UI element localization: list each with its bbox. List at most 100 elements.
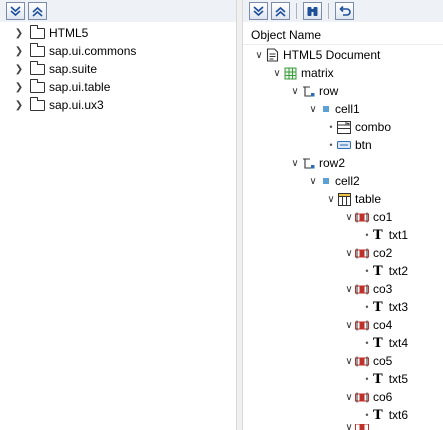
column-icon [355,354,369,368]
folder-icon [30,78,45,93]
text-icon: T [373,227,383,243]
combobox-icon [337,120,351,134]
tree-node-txt5[interactable]: • T txt5 [361,370,408,388]
cell-icon [323,106,329,112]
tree-node-txt3[interactable]: • T txt3 [361,298,408,316]
tree-node-label: co2 [373,246,393,260]
chevron-down-icon[interactable]: ∨ [343,424,355,430]
right-toolbar [243,0,443,22]
column-header-object-name[interactable]: Object Name [243,26,443,45]
chevron-right-icon[interactable]: ❯ [14,46,24,57]
tree-node-label: row2 [319,156,346,170]
chevron-down-icon[interactable]: ∨ [271,68,283,79]
expand-all-button[interactable] [249,2,268,20]
tree-item-sap-ui-ux3[interactable]: ❯ sap.ui.ux3 [14,96,104,114]
pane-splitter[interactable] [236,0,243,430]
text-icon: T [373,335,383,351]
toolbar-separator [328,3,329,19]
tree-node-cell1[interactable]: ∨ cell1 [307,100,360,118]
expand-all-icon [10,5,21,16]
chevron-down-icon[interactable]: ∨ [343,212,355,223]
tree-node-co4[interactable]: ∨ co4 [343,316,392,334]
tree-item-sap-ui-table[interactable]: ❯ sap.ui.table [14,78,110,96]
tree-node-partial[interactable]: ∨ [343,424,373,430]
tree-node-txt1[interactable]: • T txt1 [361,226,408,244]
expand-all-button[interactable] [6,2,25,20]
chevron-right-icon[interactable]: ❯ [14,64,24,75]
find-button[interactable] [303,2,322,20]
text-icon: T [373,263,383,279]
tree-node-combo[interactable]: • combo [325,118,391,136]
tree-node-co2[interactable]: ∨ co2 [343,244,392,262]
leaf-bullet: • [365,302,369,312]
text-icon: T [373,299,383,315]
tree-node-co3[interactable]: ∨ co3 [343,280,392,298]
tree-item-label: sap.ui.table [49,80,111,94]
chevron-down-icon[interactable]: ∨ [289,158,301,169]
tree-node-label: cell1 [335,102,360,116]
tree-node-label: co3 [373,282,393,296]
chevron-right-icon[interactable]: ❯ [14,28,24,39]
object-hierarchy-pane: Object Name ∨ HTML5 Document ∨ matrix ∨ … [243,0,443,430]
chevron-down-icon[interactable]: ∨ [289,86,301,97]
chevron-down-icon[interactable]: ∨ [325,194,337,205]
chevron-down-icon[interactable]: ∨ [343,248,355,259]
tree-node-txt6[interactable]: • T txt6 [361,406,408,424]
text-icon: T [373,371,383,387]
tree-node-cell2[interactable]: ∨ cell2 [307,172,360,190]
collapse-all-icon [275,6,286,17]
folder-icon [30,42,45,57]
chevron-down-icon[interactable]: ∨ [343,356,355,367]
tree-node-co6[interactable]: ∨ co6 [343,388,392,406]
tree-item-sap-ui-commons[interactable]: ❯ sap.ui.commons [14,42,136,60]
chevron-down-icon[interactable]: ∨ [343,392,355,403]
chevron-down-icon[interactable]: ∨ [343,320,355,331]
column-icon [355,424,369,430]
tree-item-label: HTML5 [49,26,89,40]
cell-icon [323,178,329,184]
chevron-down-icon[interactable]: ∨ [343,284,355,295]
tree-item-sap-suite[interactable]: ❯ sap.suite [14,60,97,78]
tree-node-txt4[interactable]: • T txt4 [361,334,408,352]
collapse-all-button[interactable] [28,2,47,20]
column-icon [355,390,369,404]
matrix-layout-icon [283,66,297,80]
tree-node-table[interactable]: ∨ table [325,190,381,208]
row-icon [301,156,315,170]
tree-item-label: sap.suite [49,62,98,76]
tree-node-label: txt4 [388,336,409,350]
collapse-all-button[interactable] [271,2,290,20]
chevron-down-icon[interactable]: ∨ [307,176,319,187]
tree-node-co5[interactable]: ∨ co5 [343,352,392,370]
tree-node-label: co5 [373,354,393,368]
tree-node-label: co1 [373,210,393,224]
tree-item-label: sap.ui.commons [49,44,137,58]
text-icon: T [373,407,383,423]
tree-item-html5[interactable]: ❯ HTML5 [14,24,88,42]
tree-node-matrix[interactable]: ∨ matrix [271,64,334,82]
column-icon [355,246,369,260]
object-repository-pane: ❯ HTML5 ❯ sap.ui.commons ❯ sap.suite ❯ s… [0,0,236,430]
refresh-button[interactable] [335,2,354,20]
tree-node-label: cell2 [335,174,360,188]
tree-node-label: matrix [301,66,334,80]
tree-node-row2[interactable]: ∨ row2 [289,154,345,172]
tree-node-html5-document[interactable]: ∨ HTML5 Document [253,46,380,64]
leaf-bullet: • [365,266,369,276]
document-icon [265,48,279,62]
chevron-down-icon[interactable]: ∨ [307,104,319,115]
column-icon [355,282,369,296]
tree-node-label: txt6 [388,408,409,422]
tree-node-btn[interactable]: • btn [325,136,372,154]
row-icon [301,84,315,98]
tree-node-co1[interactable]: ∨ co1 [343,208,392,226]
tree-node-row[interactable]: ∨ row [289,82,338,100]
tree-node-label: txt5 [388,372,409,386]
refresh-icon [339,5,351,16]
tree-node-txt2[interactable]: • T txt2 [361,262,408,280]
tree-node-label: btn [355,138,372,152]
chevron-down-icon[interactable]: ∨ [253,50,265,61]
chevron-right-icon[interactable]: ❯ [14,100,24,111]
chevron-right-icon[interactable]: ❯ [14,82,24,93]
left-toolbar [0,0,236,22]
